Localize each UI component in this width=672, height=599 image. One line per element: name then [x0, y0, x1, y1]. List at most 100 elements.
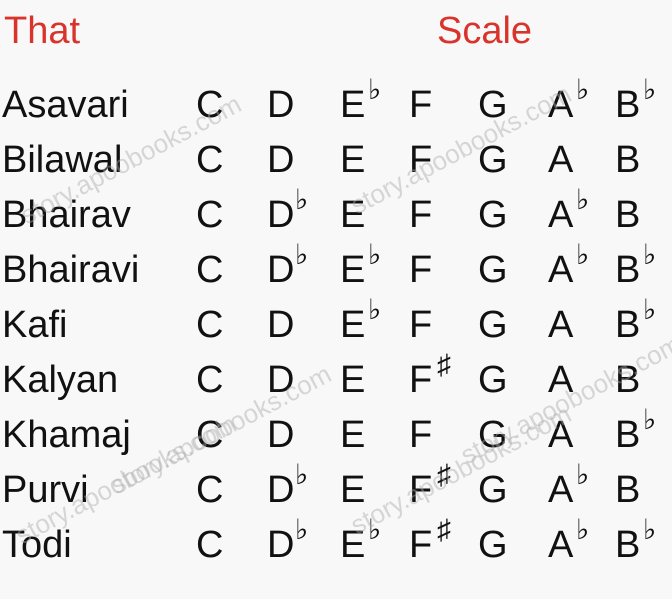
note-letter: A [548, 249, 574, 291]
note-letter: A [548, 359, 574, 401]
scale-note: F [409, 78, 432, 132]
note-letter: C [196, 524, 224, 566]
note-letter: E [340, 194, 366, 236]
that-name: Asavari [2, 84, 129, 126]
scale-note: F [409, 188, 432, 242]
flat-icon: ♭ [576, 459, 590, 490]
note-letter: D [267, 194, 295, 236]
scale-note: C [196, 78, 223, 132]
note-letter: B [615, 249, 641, 291]
note-letter: E [340, 414, 366, 456]
flat-icon: ♭ [295, 184, 309, 215]
scale-note: G [478, 518, 508, 572]
that-row: Kafi C D E ♭ F G A B ♭ [0, 296, 672, 352]
note-letter: F [409, 359, 433, 401]
note-letter: G [478, 414, 508, 456]
scale-note: A [548, 298, 573, 352]
scale-note: E ♭ [340, 516, 381, 572]
note-letter: D [267, 249, 295, 291]
note-letter: G [478, 139, 508, 181]
that-name: Khamaj [2, 414, 131, 456]
flat-icon: ♭ [643, 514, 657, 545]
note-letter: G [478, 469, 508, 511]
note-letter: G [478, 524, 508, 566]
note-letter: B [615, 469, 641, 511]
note-letter: E [340, 469, 366, 511]
scale-note: G [478, 243, 508, 297]
note-letter: F [409, 469, 433, 511]
scale-note: G [478, 298, 508, 352]
that-name: Kalyan [2, 359, 119, 401]
scale-note: G [478, 78, 508, 132]
flat-icon: ♭ [368, 294, 382, 325]
header-that: That [4, 10, 81, 52]
note-letter: F [409, 524, 433, 566]
note-letter: E [340, 304, 366, 346]
flat-icon: ♭ [368, 514, 382, 545]
note-letter: G [478, 249, 508, 291]
note-letter: F [409, 414, 433, 456]
flat-icon: ♭ [643, 74, 657, 105]
note-letter: B [615, 194, 641, 236]
scale-note: F [409, 408, 432, 462]
scale-note: B [615, 133, 640, 187]
scale-note: G [478, 353, 508, 407]
flat-icon: ♭ [576, 184, 590, 215]
scale-note: B ♭ [615, 76, 656, 132]
note-letter: D [267, 414, 295, 456]
flat-icon: ♭ [368, 74, 382, 105]
note-letter: G [478, 194, 508, 236]
flat-icon: ♭ [643, 239, 657, 270]
that-name: Bhairavi [2, 249, 140, 291]
scale-note: E [340, 133, 365, 187]
that-name: Purvi [2, 469, 89, 511]
scale-note: C [196, 298, 223, 352]
that-row: Todi C D ♭ E ♭ F ♯ G A ♭ B ♭ [0, 514, 672, 572]
flat-icon: ♭ [295, 459, 309, 490]
scale-note: A ♭ [548, 461, 589, 517]
scale-note: D [267, 133, 294, 187]
note-letter: E [340, 249, 366, 291]
note-letter: E [340, 524, 366, 566]
note-letter: C [196, 139, 224, 181]
note-letter: B [615, 84, 641, 126]
note-letter: A [548, 524, 574, 566]
note-letter: A [548, 414, 574, 456]
note-letter: C [196, 249, 224, 291]
scale-note: E ♭ [340, 76, 381, 132]
note-letter: A [548, 139, 574, 181]
note-letter: A [548, 84, 574, 126]
scale-note: D [267, 78, 294, 132]
note-letter: A [548, 194, 574, 236]
scale-note: D [267, 408, 294, 462]
scale-note: B ♭ [615, 516, 656, 572]
flat-icon: ♭ [295, 239, 309, 270]
that-row: Bilawal C D E F G A B [0, 133, 672, 187]
scale-note: C [196, 518, 223, 572]
note-letter: G [478, 304, 508, 346]
that-name: Bhairav [2, 194, 131, 236]
scale-note: D ♭ [267, 461, 308, 517]
scale-note: B ♭ [615, 296, 656, 352]
flat-icon: ♭ [368, 239, 382, 270]
note-letter: C [196, 304, 224, 346]
scale-note: G [478, 463, 508, 517]
sharp-icon: ♯ [437, 514, 451, 545]
scale-note: A ♭ [548, 241, 589, 297]
note-letter: E [340, 139, 366, 181]
note-letter: E [340, 84, 366, 126]
scale-note: G [478, 188, 508, 242]
flat-icon: ♭ [576, 239, 590, 270]
scale-note: B ♭ [615, 406, 656, 462]
scale-note: A [548, 353, 573, 407]
note-letter: E [340, 359, 366, 401]
note-letter: C [196, 414, 224, 456]
that-row: Bhairav C D ♭ E F G A ♭ B [0, 184, 672, 242]
scale-note: B [615, 353, 640, 407]
note-letter: B [615, 414, 641, 456]
scale-note: E ♭ [340, 296, 381, 352]
note-letter: D [267, 139, 295, 181]
note-letter: F [409, 139, 433, 181]
that-name: Bilawal [2, 139, 123, 181]
note-letter: A [548, 469, 574, 511]
